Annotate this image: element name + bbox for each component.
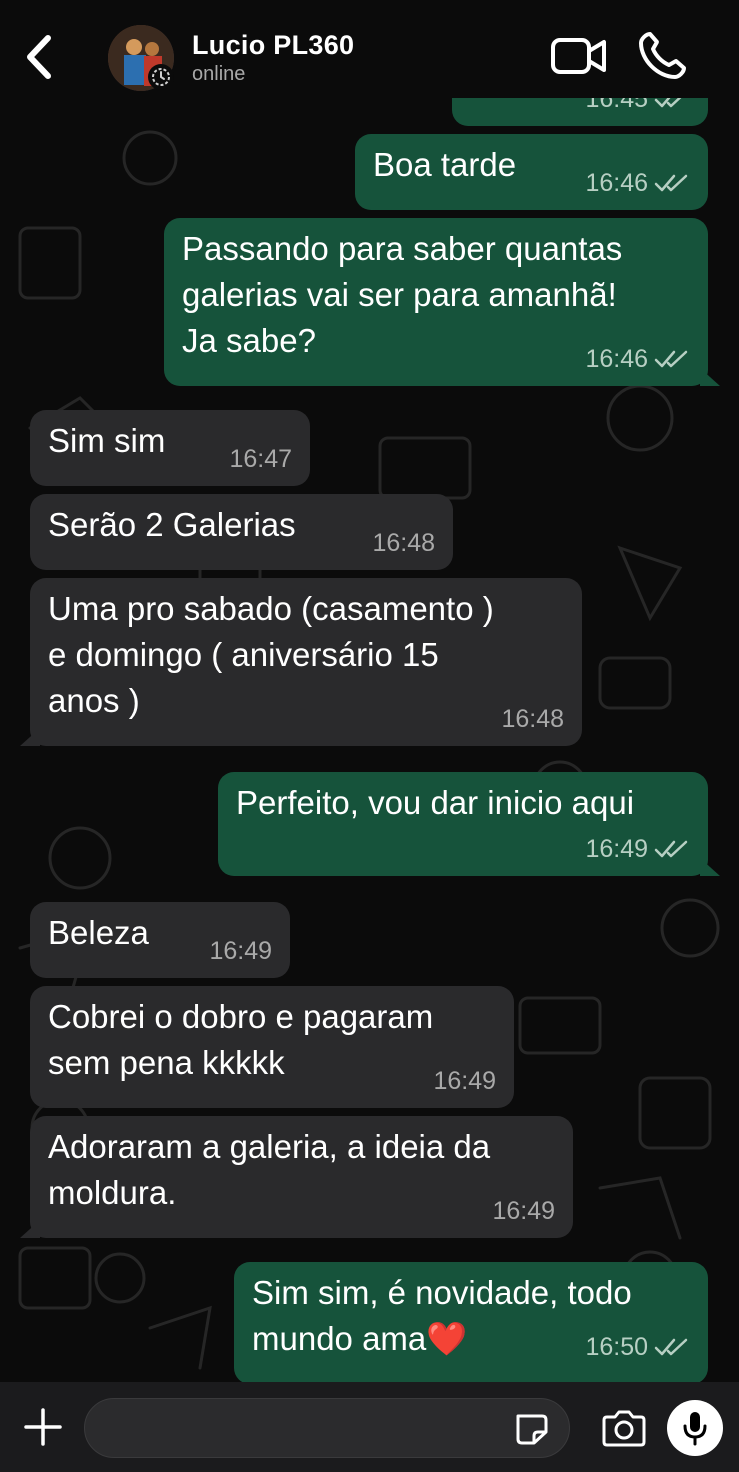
message-time: 16:49 — [492, 1197, 555, 1225]
composer-bar — [0, 1382, 739, 1472]
message-time: 16:45 — [585, 98, 648, 113]
bubble-tail — [20, 728, 40, 746]
message-bubble-incoming[interactable]: Beleza 16:49 — [30, 902, 290, 978]
message-time: 16:46 — [585, 169, 648, 197]
message-meta: 16:49 — [585, 826, 690, 872]
bubble-tail — [700, 858, 720, 876]
plus-icon[interactable] — [22, 1406, 64, 1448]
message-time: 16:49 — [209, 937, 272, 965]
microphone-button[interactable] — [667, 1400, 723, 1456]
microphone-icon — [683, 1412, 707, 1446]
message-meta: 16:49 — [492, 1188, 555, 1234]
double-check-icon — [654, 350, 688, 368]
double-check-icon — [654, 174, 688, 192]
message-meta: 16:45 — [585, 98, 690, 122]
chevron-left-icon[interactable] — [20, 32, 60, 82]
contact-name[interactable]: Lucio PL360 — [192, 30, 354, 61]
double-check-icon — [654, 1338, 688, 1356]
message-bubble-outgoing[interactable]: Sim sim, é novidade, todo mundo ama❤️ 16… — [234, 1262, 708, 1382]
message-time: 16:49 — [433, 1067, 496, 1095]
message-input[interactable] — [84, 1398, 570, 1458]
message-bubble-outgoing[interactable]: Passando para saber quantas galerias vai… — [164, 218, 708, 386]
message-bubble-incoming[interactable]: Serão 2 Galerias 16:48 — [30, 494, 453, 570]
message-time: 16:50 — [585, 1333, 648, 1361]
camera-icon[interactable] — [600, 1408, 648, 1448]
message-time: 16:48 — [372, 529, 435, 557]
message-meta: 16:49 — [209, 928, 272, 974]
message-time: 16:46 — [585, 345, 648, 373]
message-time: 16:47 — [229, 445, 292, 473]
message-bubble-incoming[interactable]: Adoraram a galeria, a ideia da moldura. … — [30, 1116, 573, 1238]
bubble-tail — [20, 1220, 40, 1238]
message-time: 16:48 — [501, 705, 564, 733]
video-camera-icon[interactable] — [550, 33, 608, 79]
message-list[interactable]: 16:45 Boa tarde 16:46 Passando para sabe… — [0, 98, 739, 1382]
message-bubble-outgoing[interactable]: Perfeito, vou dar inicio aqui 16:49 — [218, 772, 708, 876]
message-bubble-incoming[interactable]: Cobrei o dobro e pagaram sem pena kkkkk … — [30, 986, 514, 1108]
bubble-tail — [700, 368, 720, 386]
message-meta: 16:46 — [585, 336, 690, 382]
message-text: Uma pro sabado (casamento ) e domingo ( … — [48, 590, 494, 719]
sticker-icon[interactable] — [512, 1410, 552, 1446]
message-bubble-incoming[interactable]: Sim sim 16:47 — [30, 410, 310, 486]
double-check-icon — [654, 98, 682, 108]
contact-status: online — [192, 63, 246, 85]
phone-icon[interactable] — [636, 30, 690, 82]
message-time: 16:49 — [585, 835, 648, 863]
message-text: Perfeito, vou dar inicio aqui — [236, 784, 635, 821]
message-meta: 16:48 — [372, 520, 435, 566]
message-meta: 16:49 — [433, 1058, 496, 1104]
message-bubble-incoming[interactable]: Uma pro sabado (casamento ) e domingo ( … — [30, 578, 582, 746]
message-text: Adoraram a galeria, a ideia da moldura. — [48, 1128, 491, 1211]
message-meta: 16:50 — [585, 1324, 690, 1370]
message-text: Cobrei o dobro e pagaram sem pena kkkkk — [48, 998, 434, 1081]
message-bubble-outgoing[interactable]: Boa tarde 16:46 — [355, 134, 708, 210]
message-meta: 16:46 — [585, 160, 690, 206]
chat-header: Lucio PL360 online — [0, 0, 739, 98]
message-meta: 16:48 — [501, 696, 564, 742]
message-bubble-outgoing[interactable]: 16:45 — [452, 98, 708, 126]
disappearing-timer-icon — [148, 64, 174, 90]
double-check-icon — [654, 840, 688, 858]
message-meta: 16:47 — [229, 436, 292, 482]
